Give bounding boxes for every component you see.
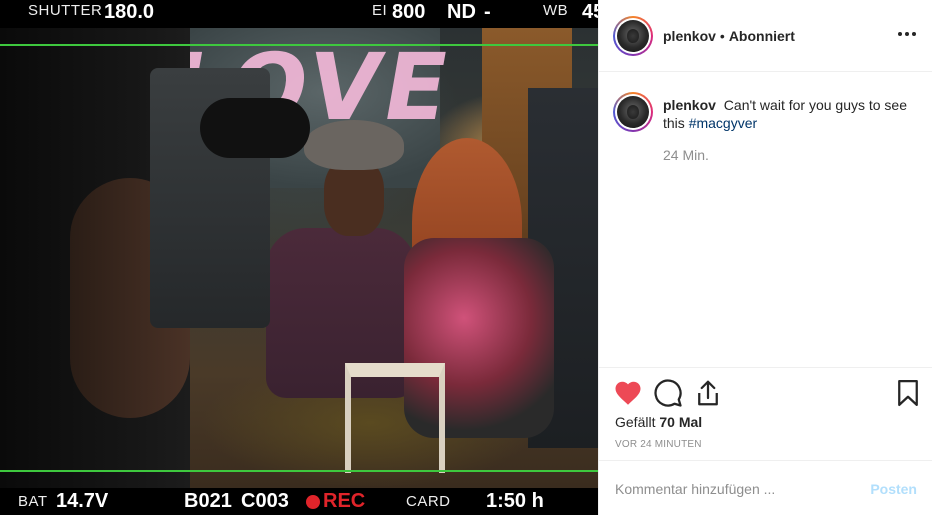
- frame-guide-bottom: [0, 470, 598, 472]
- post-comment-button[interactable]: Posten: [870, 481, 917, 497]
- caption-timestamp: 24 Min.: [663, 147, 709, 163]
- bookmark-icon[interactable]: [893, 378, 923, 408]
- ei-value: 800: [392, 1, 426, 23]
- likes-suffix: Mal: [678, 414, 703, 430]
- author-avatar[interactable]: [613, 16, 653, 56]
- shutter-value: 180.0: [104, 1, 155, 23]
- caption-text: plenkov Can't wait for you guys to see t…: [663, 96, 913, 132]
- card-value: 1:50 h: [486, 490, 544, 512]
- photo-scene: LOVE: [0, 28, 598, 488]
- frame-guide-top: [0, 44, 598, 46]
- wb-label: WB: [543, 2, 569, 19]
- likes-count[interactable]: Gefällt 70 Mal: [615, 414, 702, 430]
- caption-comment: plenkov Can't wait for you guys to see t…: [599, 72, 932, 367]
- post-timestamp[interactable]: VOR 24 MINUTEN: [615, 439, 702, 450]
- more-options-icon[interactable]: [895, 22, 919, 46]
- caption-hashtag-link[interactable]: #macgyver: [689, 115, 757, 131]
- nd-label: ND: [447, 1, 476, 23]
- avatar-image: [617, 96, 649, 128]
- shutter-label: SHUTTER: [28, 2, 103, 19]
- comment-bubble-icon[interactable]: [653, 378, 683, 408]
- ei-label: EI: [372, 2, 388, 19]
- caption-avatar[interactable]: [613, 92, 653, 132]
- header-meta: plenkov • Abonniert: [663, 28, 795, 44]
- share-icon[interactable]: [693, 378, 723, 408]
- record-dot-icon: [306, 495, 320, 509]
- rec-label: REC: [323, 490, 366, 512]
- header-separator: •: [719, 28, 725, 44]
- actor-hat: [304, 120, 404, 170]
- reel-number: B021: [184, 490, 232, 512]
- viewfinder-bottom-hud: BAT 14.7V B021 C003 REC CARD 1:50 h: [0, 488, 598, 515]
- post-side-panel: plenkov • Abonniert plenkov Can't wait for…: [598, 0, 932, 515]
- card-label: CARD: [406, 493, 451, 510]
- add-comment-section: Posten: [599, 460, 932, 515]
- comment-input[interactable]: [615, 478, 855, 500]
- post-image[interactable]: LOVE SHUTTER 180.0 EI 800 ND - WB 45 BAT…: [0, 0, 598, 515]
- likes-number: 70: [659, 414, 675, 430]
- follow-status-button[interactable]: Abonniert: [729, 28, 795, 44]
- battery-label: BAT: [18, 493, 48, 510]
- avatar-image: [617, 20, 649, 52]
- wb-value: 45: [582, 1, 598, 23]
- header-username[interactable]: plenkov: [663, 28, 716, 44]
- battery-value: 14.7V: [56, 490, 109, 512]
- heart-filled-icon[interactable]: [613, 378, 643, 408]
- camera-lens: [200, 98, 310, 158]
- nd-value: -: [484, 1, 491, 23]
- clip-number: C003: [241, 490, 289, 512]
- viewfinder-top-hud: SHUTTER 180.0 EI 800 ND - WB 45: [0, 0, 598, 28]
- caption-username[interactable]: plenkov: [663, 97, 716, 113]
- directors-chair: [345, 363, 445, 473]
- likes-prefix: Gefällt: [615, 414, 656, 430]
- post-actions: Gefällt 70 Mal VOR 24 MINUTEN: [599, 367, 932, 460]
- post-header: plenkov • Abonniert: [599, 0, 932, 72]
